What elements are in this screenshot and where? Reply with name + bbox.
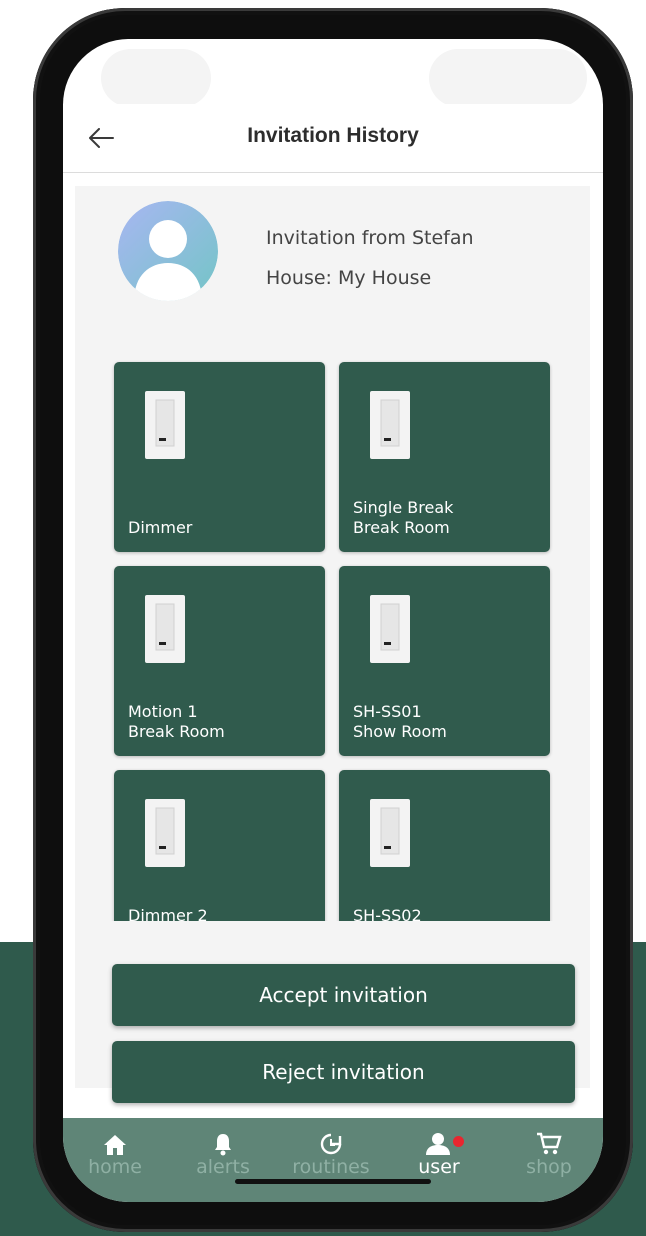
notification-badge [453, 1136, 464, 1147]
invitation-panel: Invitation from Stefan House: My House D… [75, 186, 590, 1103]
tab-label: home [88, 1156, 142, 1178]
bottom-tab-bar: home alerts routines user shop [63, 1118, 603, 1202]
device-tile[interactable]: Dimmer 2 [114, 770, 325, 921]
tab-label: user [418, 1156, 460, 1178]
page-title: Invitation History [247, 124, 419, 147]
phone-frame: Invitation History Invitation from Stefa [33, 8, 633, 1232]
device-name: Single Break [353, 498, 454, 517]
user-icon [426, 1133, 450, 1155]
device-name: SH-SS02 [353, 906, 422, 921]
tab-routines[interactable]: routines [281, 1126, 381, 1178]
device-name: Dimmer 2 [128, 906, 208, 921]
light-switch-icon [145, 391, 185, 459]
device-room: Show Room [353, 722, 447, 741]
screen: Invitation History Invitation from Stefa [63, 39, 603, 1202]
device-tile[interactable]: Dimmer [114, 362, 325, 552]
home-indicator [235, 1179, 431, 1184]
device-tile[interactable]: SH-SS02 [339, 770, 550, 921]
device-tile[interactable]: Motion 1 Break Room [114, 566, 325, 756]
device-tile[interactable]: SH-SS01 Show Room [339, 566, 550, 756]
device-room: Break Room [128, 722, 225, 741]
accept-invitation-button[interactable]: Accept invitation [112, 964, 575, 1026]
device-name: SH-SS01 [353, 702, 422, 721]
device-name: Dimmer [128, 518, 193, 537]
routines-icon [320, 1133, 342, 1155]
header: Invitation History [63, 104, 603, 173]
device-grid: Dimmer Single Break Break Room Motion 1 … [75, 186, 590, 921]
status-bar-left [101, 49, 211, 107]
home-icon [104, 1135, 126, 1155]
status-bar-right [429, 49, 587, 107]
tab-alerts[interactable]: alerts [173, 1126, 273, 1178]
light-switch-icon [370, 391, 410, 459]
light-switch-icon [145, 595, 185, 663]
device-name: Motion 1 [128, 702, 198, 721]
bell-icon [215, 1134, 231, 1156]
light-switch-icon [370, 595, 410, 663]
device-room: Break Room [353, 518, 450, 537]
tab-label: shop [526, 1156, 572, 1178]
tab-shop[interactable]: shop [499, 1126, 599, 1178]
light-switch-icon [370, 799, 410, 867]
tab-label: alerts [196, 1156, 250, 1178]
tab-label: routines [292, 1156, 370, 1178]
device-tile[interactable]: Single Break Break Room [339, 362, 550, 552]
light-switch-icon [145, 799, 185, 867]
reject-invitation-button[interactable]: Reject invitation [112, 1041, 575, 1103]
cart-icon [537, 1132, 562, 1155]
tab-home[interactable]: home [65, 1126, 165, 1178]
tab-user[interactable]: user [389, 1126, 489, 1178]
